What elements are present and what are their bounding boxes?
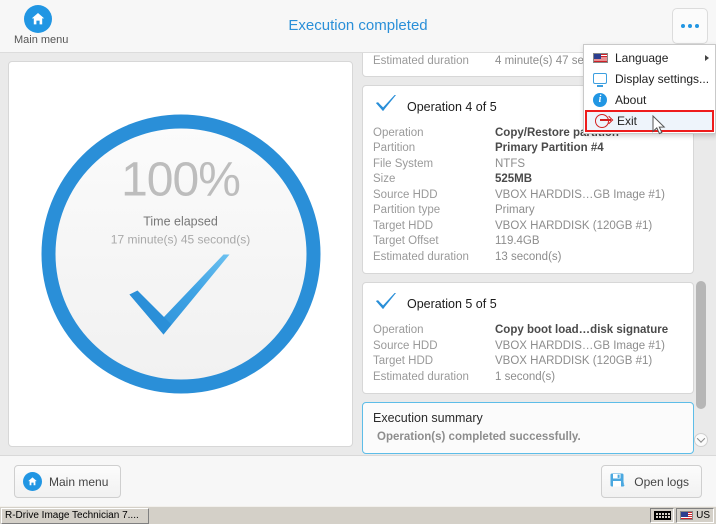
detail-key: Estimated duration	[373, 370, 469, 383]
detail-key: Target HDD	[373, 355, 434, 367]
taskbar-window-button[interactable]: R-Drive Image Technician 7....	[1, 507, 149, 524]
menu-item-label: Exit	[617, 114, 638, 128]
detail-value: 119.4GB	[495, 235, 540, 247]
info-icon: i	[592, 92, 608, 107]
ellipsis-icon	[695, 24, 699, 28]
language-indicator[interactable]: US	[676, 508, 714, 523]
detail-row: Partition Primary Partition #4	[373, 141, 683, 157]
detail-value: 1 second(s)	[495, 370, 556, 383]
detail-row: Partition type Primary	[373, 203, 683, 219]
detail-key: Partition	[373, 142, 416, 154]
detail-key: Target Offset	[373, 235, 439, 247]
menu-item-display-settings[interactable]: Display settings...	[584, 68, 715, 89]
detail-key: Target HDD	[373, 219, 434, 232]
flag-icon	[680, 511, 694, 520]
check-icon	[126, 253, 236, 348]
check-icon	[375, 94, 397, 119]
os-taskbar: R-Drive Image Technician 7.... US	[0, 506, 716, 524]
app-footer: Main menu Open logs	[0, 455, 716, 506]
chevron-right-icon	[705, 54, 709, 61]
detail-key: Operation	[373, 126, 424, 139]
detail-row: Operation Copy boot load…disk signature	[373, 323, 683, 339]
menu-item-label: About	[615, 92, 647, 107]
keyboard-icon[interactable]	[650, 508, 675, 523]
detail-key: Partition type	[373, 204, 441, 216]
check-icon	[375, 292, 397, 317]
detail-value: VBOX HARDDIS…GB Image #1)	[495, 339, 665, 352]
detail-value: 13 second(s)	[495, 250, 562, 263]
execution-summary-card: Execution summary Operation(s) completed…	[362, 402, 694, 454]
flag-icon	[592, 51, 608, 65]
time-elapsed-label: Time elapsed	[143, 214, 218, 229]
monitor-icon	[592, 72, 608, 87]
ellipsis-icon	[688, 24, 692, 28]
menu-item-exit[interactable]: Exit	[585, 110, 714, 132]
header-main-menu-label: Main menu	[14, 34, 69, 46]
detail-row: Size 525MB	[373, 172, 683, 188]
detail-row: Estimated duration 1 second(s)	[373, 370, 683, 386]
detail-key: Source HDD	[373, 188, 438, 201]
open-logs-button-label: Open logs	[634, 474, 689, 489]
detail-row: Source HDD VBOX HARDDIS…GB Image #1)	[373, 339, 683, 355]
language-indicator-label: US	[696, 510, 710, 521]
progress-panel: 100% Time elapsed 17 minute(s) 45 second…	[8, 61, 353, 447]
more-options-button[interactable]	[672, 8, 708, 44]
detail-row: Estimated duration 13 second(s)	[373, 250, 683, 266]
detail-key: Estimated duration	[373, 55, 469, 67]
execution-summary-text: Operation(s) completed successfully.	[377, 431, 581, 443]
detail-row: Target Offset 119.4GB	[373, 234, 683, 250]
operation-details: Operation Copy/Restore partition Partitio…	[373, 126, 683, 266]
scroll-down-button[interactable]	[694, 433, 708, 447]
operation-card: Operation 5 of 5 Operation Copy boot load…	[362, 282, 694, 394]
options-menu[interactable]: Language Display settings... i About Exi…	[583, 44, 716, 134]
progress-percent: 100%	[121, 153, 241, 207]
detail-row: Target HDD VBOX HARDDISK (120GB #1)	[373, 219, 683, 235]
execution-summary-title: Execution summary	[373, 411, 483, 425]
menu-item-label: Display settings...	[615, 71, 710, 86]
detail-value: VBOX HARDDISK (120GB #1)	[495, 355, 653, 367]
operation-details: Operation Copy boot load…disk signature S…	[373, 323, 683, 385]
detail-key: File System	[373, 157, 434, 170]
open-logs-button[interactable]: Open logs	[601, 465, 702, 498]
exit-icon	[594, 114, 611, 128]
detail-key: Estimated duration	[373, 250, 469, 263]
main-menu-button[interactable]: Main menu	[14, 465, 122, 498]
detail-value: 525MB	[495, 173, 533, 185]
home-icon	[23, 472, 42, 491]
operation-title: Operation 4 of 5	[407, 99, 497, 114]
menu-item-label: Language	[615, 50, 669, 65]
detail-value: VBOX HARDDISK (120GB #1)	[495, 219, 653, 232]
detail-key: Source HDD	[373, 339, 438, 352]
scrollbar-thumb[interactable]	[696, 281, 706, 409]
detail-value: Copy boot load…disk signature	[495, 324, 669, 336]
detail-row: Source HDD VBOX HARDDIS…GB Image #1)	[373, 188, 683, 204]
detail-value: Primary Partition #4	[495, 142, 604, 154]
time-elapsed-value: 17 minute(s) 45 second(s)	[110, 232, 251, 247]
app-window: Main menu Execution completed 100% Time …	[0, 0, 716, 524]
detail-row: Target HDD VBOX HARDDISK (120GB #1)	[373, 354, 683, 370]
menu-item-about[interactable]: i About	[584, 89, 715, 110]
save-disk-icon	[610, 473, 627, 490]
detail-key: Size	[373, 173, 396, 185]
detail-value: NTFS	[495, 157, 526, 170]
detail-value: Primary	[495, 204, 535, 216]
detail-key: Operation	[373, 324, 424, 336]
operation-header: Operation 5 of 5	[373, 291, 683, 317]
ellipsis-icon	[681, 24, 685, 28]
operation-title: Operation 5 of 5	[407, 297, 497, 311]
detail-value: 4 minute(s) 47 se	[495, 55, 584, 67]
page-title: Execution completed	[288, 17, 428, 34]
system-tray: US	[650, 508, 716, 523]
main-menu-button-label: Main menu	[49, 474, 109, 489]
detail-row: File System NTFS	[373, 157, 683, 173]
progress-ring: 100% Time elapsed 17 minute(s) 45 second…	[41, 114, 320, 394]
menu-item-language[interactable]: Language	[584, 47, 715, 68]
detail-value: VBOX HARDDIS…GB Image #1)	[495, 188, 665, 201]
